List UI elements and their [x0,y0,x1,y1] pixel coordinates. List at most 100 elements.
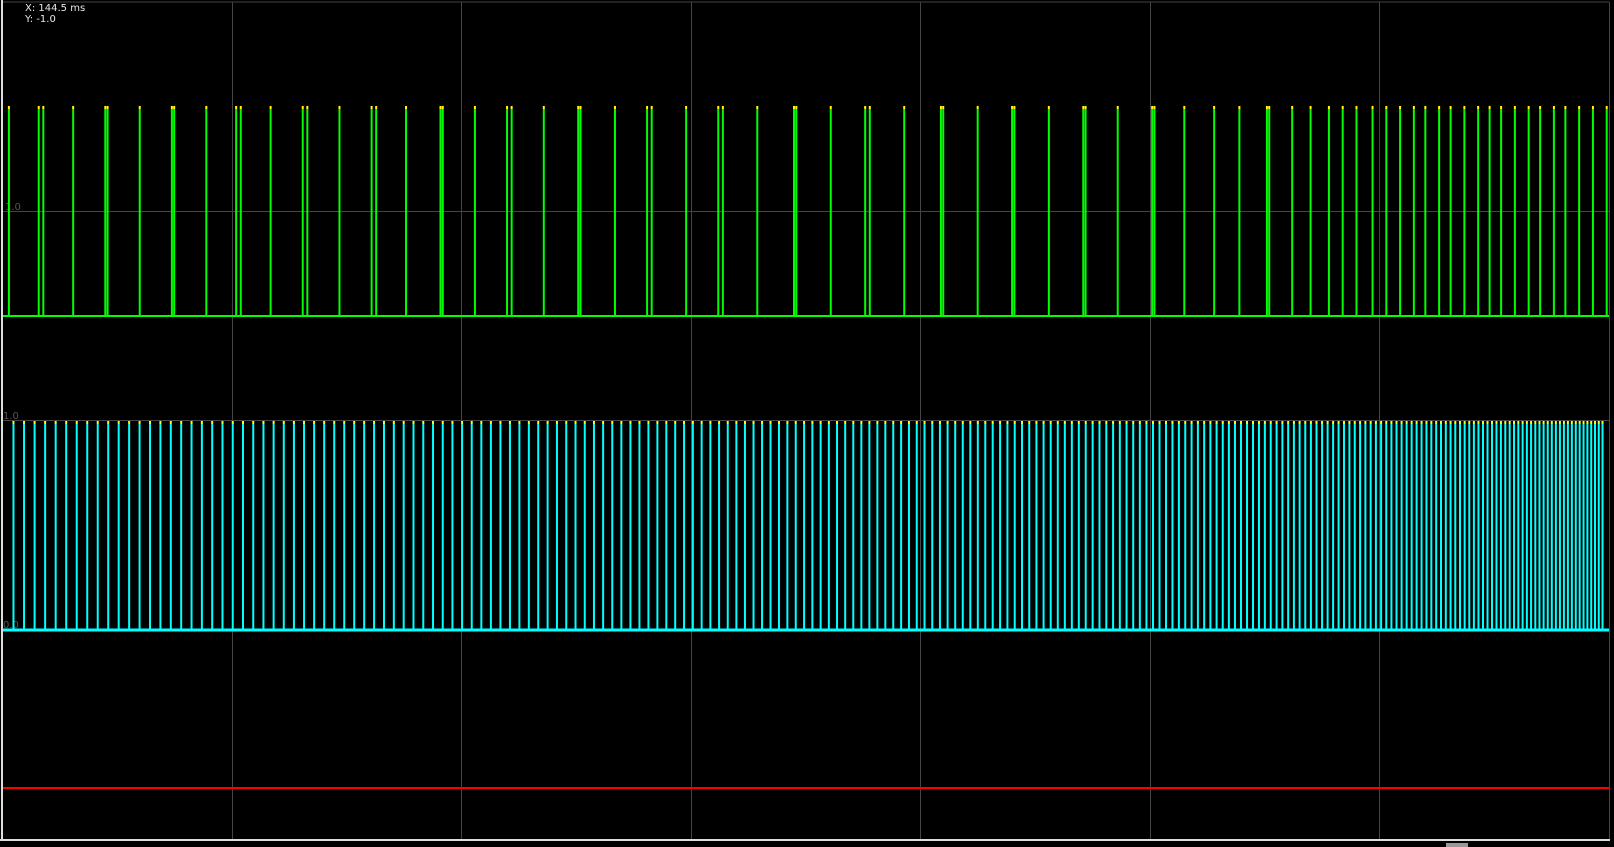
ch2-pulse-tip [1063,421,1066,424]
ch2-pulse-tip [1385,421,1388,424]
ch2-pulse-tip [1562,421,1565,424]
ch1-pulse-tip [1011,106,1014,109]
ch2-pulse-tip [1586,421,1589,424]
ch1-pulse-tip [1399,106,1402,109]
ch1-pulse-tip [170,106,173,109]
ch1-pulse-tip [1477,106,1480,109]
ch2-pulse-tip [1240,421,1243,424]
ch2-pulse-tip [65,421,68,424]
ch1-pulse-tip [138,106,141,109]
ch2-pulse-tip [1405,421,1408,424]
ch1-pulse-tip [1213,106,1216,109]
ch1-pulse-tip [646,106,649,109]
ch1-pulse-tip [1238,106,1241,109]
ch2-pulse-tip [1558,421,1561,424]
ch2-pulse-tip [1491,421,1494,424]
ch2-pulse-tip [138,421,141,424]
ch2-pulse-tip [1369,421,1372,424]
ch2-pulse-tip [303,421,306,424]
ch2-pulse-tip [574,421,577,424]
ch2-pulse-tip [518,421,521,424]
ch2-pulse-tip [786,421,789,424]
ch2-pulse-tip [169,421,172,424]
ch2-pulse-tip [1380,421,1383,424]
ch2-pulse-tip [984,421,987,424]
ch1-pulse-tip [370,106,373,109]
ch2-pulse-tip [432,421,435,424]
ch2-pulse-tip [1042,421,1045,424]
ch2-pulse-tip [313,421,316,424]
ch2-pulse-tip [1458,421,1461,424]
ch2-pulse-tip [1177,421,1180,424]
ch1-pulse-tip [1153,106,1156,109]
ch1-pulse-tip [976,106,979,109]
ch1-pulse-tip [239,106,242,109]
ch2-pulse-tip [1190,421,1193,424]
ch2-pulse-tip [611,421,614,424]
ch2-pulse-tip [54,421,57,424]
ch2-pulse-tip [1353,421,1356,424]
ch2-pulse-tip [441,421,444,424]
ch2-pulse-tip [1348,421,1351,424]
ch2-pulse-tip [868,421,871,424]
ch1-pulse-tip [1116,106,1119,109]
ch2-pulse-tip [1570,421,1573,424]
ch2-pulse-tip [373,421,376,424]
ch2-pulse-tip [402,421,405,424]
ch2-pulse-tip [527,421,530,424]
ch2-pulse-tip [700,421,703,424]
ch2-pulse-tip [262,421,265,424]
ch2-pulse-tip [761,421,764,424]
ch2-pulse-tip [674,421,677,424]
cursor-x-readout: X: 144.5 ms [25,3,86,14]
ch1-pulse-tip [1513,106,1516,109]
ch2-pulse-tip [1321,421,1324,424]
ch2-pulse-tip [769,421,772,424]
ch2-pulse-tip [1091,421,1094,424]
ch2-pulse-tip [1597,421,1600,424]
ch2-pulse-tip [969,421,972,424]
ch2-pulse-tip [12,421,15,424]
ch1-pulse-tip [1265,106,1268,109]
ch1-pulse-tip [868,106,871,109]
ch2-pulse-tip [752,421,755,424]
ch2-pulse-tip [96,421,99,424]
ch2-pulse-tip [1112,421,1115,424]
ch2-pulse-tip [292,421,295,424]
ch2-pulse-tip [252,421,255,424]
ch2-pulse-tip [1118,421,1121,424]
ch2-pulse-tip [1472,421,1475,424]
ch2-pulse-tip [656,421,659,424]
ch2-pulse-tip [1337,421,1340,424]
ch2-pulse-tip [1430,421,1433,424]
ch2-pulse-tip [1332,421,1335,424]
ch2-pulse-tip [900,421,903,424]
ch2-pulse-tip [709,421,712,424]
ch2-pulse-tip [1420,421,1423,424]
ch1-pulse-tip [72,106,75,109]
ch1-pulse-tip [1424,106,1427,109]
ch2-pulse-tip [1410,421,1413,424]
ch2-pulse-tip [1049,421,1052,424]
ch2-pulse-tip [221,421,224,424]
ch2-pulse-tip [1227,421,1230,424]
ch2-pulse-tip [1574,421,1577,424]
ch2-pulse-tip [852,421,855,424]
ch1-pulse-tip [173,106,176,109]
ch2-pulse-tip [1594,421,1597,424]
waveform-plot[interactable]: 1.0 1.0 0.0 [0,0,1614,847]
ch1-pulse-tip [795,106,798,109]
ch1-pulse-tip [1013,106,1016,109]
ch2-pulse-tip [1578,421,1581,424]
ch2-pulse-tip [200,421,203,424]
ch1-pulse-tip [1412,106,1415,109]
ch2-pulse-tip [665,421,668,424]
ch1-pulse-tip [338,106,341,109]
scrollbar-thumb[interactable] [1446,843,1468,847]
ch2-pulse-tip [1246,421,1249,424]
ch1-pulse-tip [301,106,304,109]
ch1-pulse-tip [1082,106,1085,109]
ch1-pulse-tip [1047,106,1050,109]
ch2-pulse-tip [860,421,863,424]
ch2-pulse-tip [1233,421,1236,424]
